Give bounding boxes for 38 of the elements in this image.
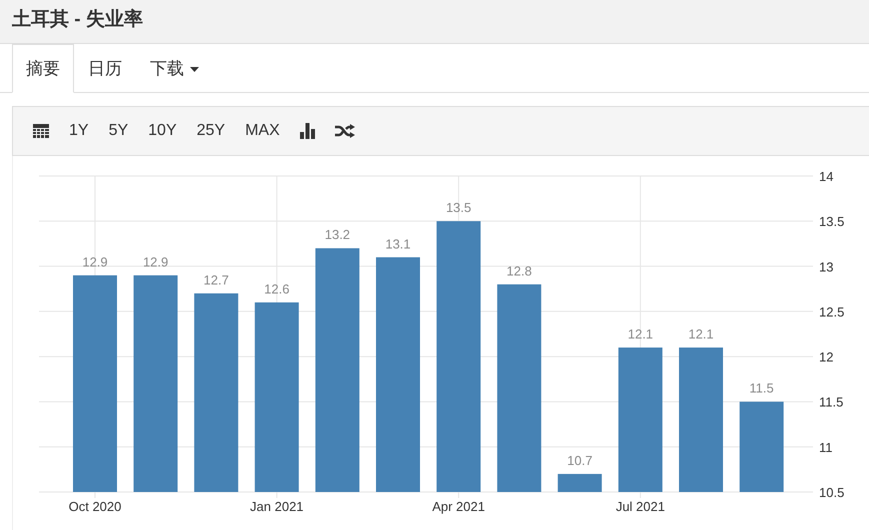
dropdown-tab[interactable]: 下载: [136, 44, 213, 93]
range-button[interactable]: 25Y: [186, 115, 236, 147]
range-button[interactable]: 10Y: [138, 115, 187, 147]
value-label: 12.6: [264, 281, 290, 296]
value-label: 13.2: [324, 227, 350, 242]
x-axis-label: Apr 2021: [432, 499, 485, 514]
value-label: 12.9: [82, 254, 108, 270]
page-title: 土耳其 - 失业率: [12, 9, 143, 30]
y-axis-label: 10.5: [819, 485, 844, 500]
shuffle-icon: [334, 124, 355, 138]
y-axis-label: 13: [819, 259, 834, 274]
calendar-icon: [33, 124, 49, 138]
caret-icon: [190, 67, 199, 72]
y-axis-label: 14: [819, 169, 834, 184]
y-axis-label: 11.5: [819, 394, 844, 410]
value-label: 12.9: [142, 254, 168, 270]
value-label: 12.1: [628, 326, 654, 342]
y-axis-label: 12.5: [819, 304, 844, 320]
y-axis-label: 13.5: [819, 214, 844, 230]
value-label: 11.5: [749, 380, 774, 396]
bar: [558, 474, 602, 492]
value-label: 12.1: [688, 326, 714, 342]
tab[interactable]: 摘要: [12, 44, 74, 93]
x-axis-label: Jul 2021: [616, 499, 665, 514]
y-axis-label: 12: [819, 350, 834, 365]
value-label: 13.5: [446, 200, 472, 216]
range-button[interactable]: 5Y: [98, 115, 138, 147]
value-label: 10.7: [567, 452, 592, 468]
x-axis-label: Oct 2020: [68, 499, 122, 514]
tab[interactable]: 日历: [74, 44, 136, 93]
range-button[interactable]: MAX: [235, 115, 290, 147]
value-label: 12.7: [204, 272, 229, 288]
value-label: 13.1: [385, 236, 411, 252]
range-button[interactable]: 1Y: [59, 115, 99, 147]
x-axis-label: Jan 2021: [250, 499, 304, 514]
y-axis-label: 11: [819, 440, 832, 455]
bar-chart-icon: [300, 123, 315, 139]
value-label: 12.8: [506, 263, 532, 278]
